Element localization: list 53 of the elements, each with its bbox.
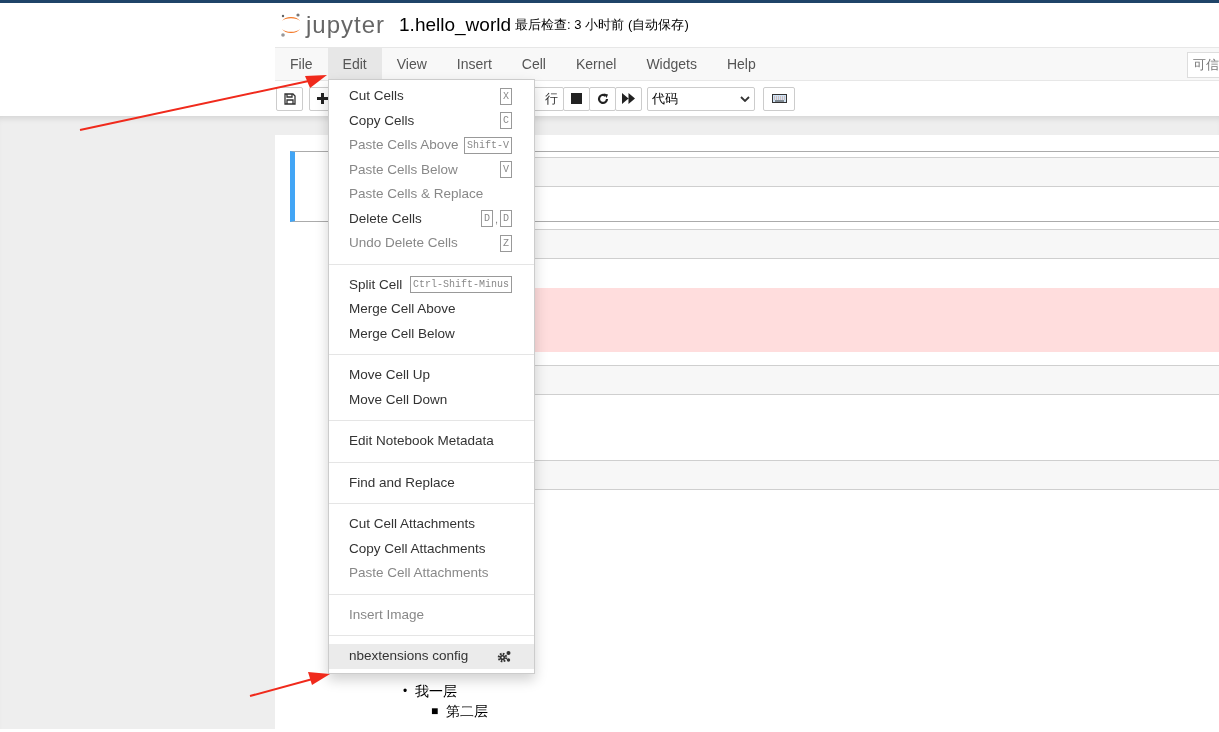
gears-icon [497,649,512,663]
shortcut-key: V [500,161,512,179]
shortcut-key: Ctrl-Shift-Minus [410,276,512,294]
menu-item[interactable]: View [381,48,442,80]
bullet-text: • [403,683,408,700]
fast-forward-icon [622,93,635,104]
menu-option[interactable]: Merge Cell Below [329,321,534,346]
autosave-status: (自动保存) [628,16,689,35]
trusted-indicator[interactable]: 可信 [1187,52,1219,78]
shortcut-key: Z [500,234,512,252]
menu-option[interactable]: Cut Cell Attachments [329,512,534,537]
shortcut-key: D [500,210,512,228]
save-button[interactable] [276,86,303,111]
menu-option[interactable]: Split Cell Ctrl-Shift-Minus [329,272,534,297]
menu-option[interactable]: nbextensions config [329,644,534,669]
menu-option[interactable]: Find and Replace [329,470,534,495]
shortcut-key: D [480,210,493,228]
restart-icon [596,92,609,105]
bullet-text: ■ [431,703,439,720]
keyboard-button[interactable] [763,86,795,111]
cell-type-dropdown[interactable]: 代码 [647,86,755,111]
menu-option[interactable]: Move Cell Down [329,387,534,412]
menu-option[interactable]: Merge Cell Above [329,297,534,322]
save-icon [283,92,296,105]
logo-text: jupyter [306,10,386,40]
checkpoint-status: 最后检查: 3 小时前 [515,16,625,35]
restart-button[interactable] [589,86,616,111]
list-item: 我一层 [415,682,458,701]
menu-item[interactable]: Cell [506,48,561,80]
separator-text: , [494,211,498,227]
menu-option[interactable]: Delete Cells D , D [329,206,534,231]
menu-item[interactable]: Kernel [560,48,632,80]
shortcut-key: Shift-V [464,136,512,154]
list-item: 第二层 [446,702,489,721]
menu-item[interactable]: File [275,48,328,80]
menu-option[interactable]: Copy Cell Attachments [329,536,534,561]
menu-option[interactable]: Copy Cells C [329,108,534,133]
menu-item[interactable]: Edit [327,48,382,80]
shortcut-key: C [500,112,512,130]
logo-icon [280,12,302,38]
menu-option[interactable]: Move Cell Up [329,363,534,388]
menu-item[interactable]: Widgets [631,48,712,80]
keyboard-icon [771,94,787,103]
notebook-name[interactable]: 1.hello_world [399,10,511,40]
plus-icon [317,93,328,104]
stop-icon [571,93,582,104]
fast-forward-button[interactable] [615,86,642,111]
menu-option[interactable]: Edit Notebook Metadata [329,429,534,454]
menu-item[interactable]: Help [711,48,771,80]
caret-icon [740,95,750,102]
menu-item[interactable]: Insert [441,48,507,80]
shortcut-key: X [500,87,512,105]
stop-button[interactable] [563,86,590,111]
